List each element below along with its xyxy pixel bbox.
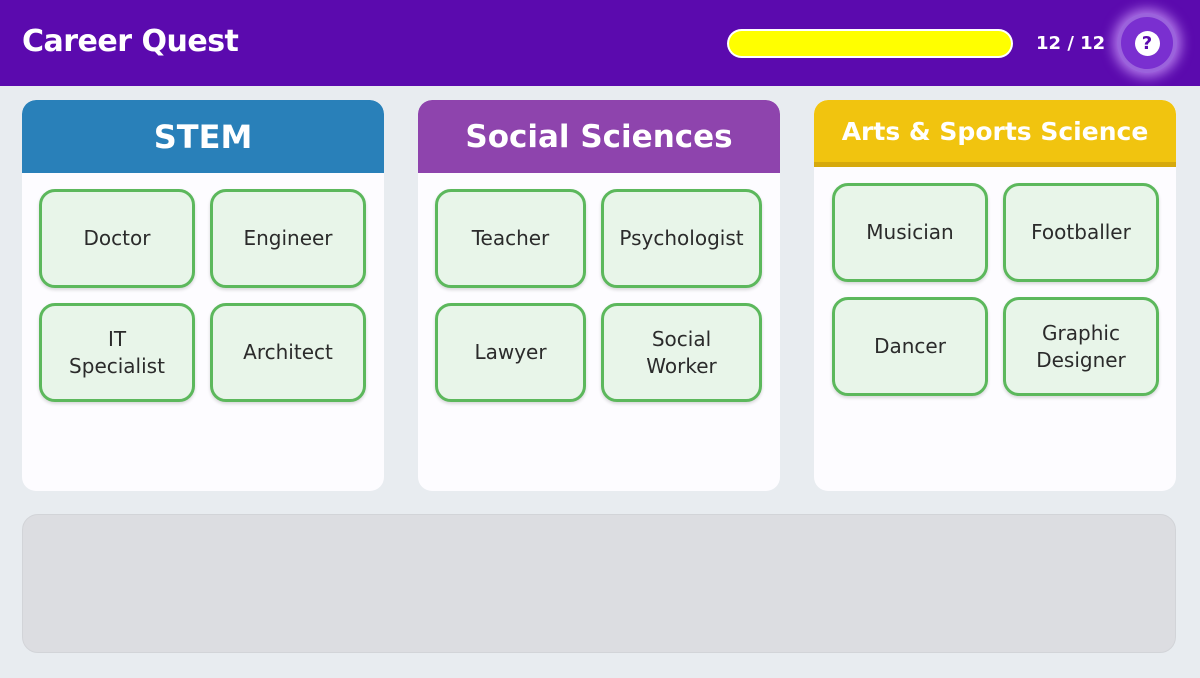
career-tile-psychologist[interactable]: Psychologist [601,189,762,288]
career-tile-engineer[interactable]: Engineer [210,189,366,288]
career-tile-lawyer[interactable]: Lawyer [435,303,586,402]
career-tile-architect[interactable]: Architect [210,303,366,402]
career-tile-it-specialist[interactable]: IT Specialist [39,303,195,402]
category-title: STEM [22,100,384,173]
career-tile-social-worker[interactable]: Social Worker [601,303,762,402]
question-circle-icon: ? [1134,30,1160,56]
career-tray-dropzone[interactable] [22,514,1176,653]
career-grid: Musician Footballer Dancer Graphic Desig… [832,183,1159,396]
progress-bar [727,29,1013,58]
category-title: Social Sciences [418,100,780,173]
career-grid: Teacher Psychologist Lawyer Social Worke… [435,189,762,402]
career-tile-graphic-designer[interactable]: Graphic Designer [1003,297,1159,396]
category-title: Arts & Sports Science [814,100,1176,167]
category-card-arts-sports-science[interactable]: Arts & Sports Science Musician Footballe… [814,100,1176,491]
progress-count: 12 / 12 [1036,33,1106,54]
career-tile-musician[interactable]: Musician [832,183,988,282]
top-bar: Career Quest 12 / 12 ? [0,0,1200,86]
career-tile-dancer[interactable]: Dancer [832,297,988,396]
progress-bar-fill [729,31,1011,56]
app-title: Career Quest [22,24,239,59]
category-card-stem[interactable]: STEM Doctor Engineer IT Specialist Archi… [22,100,384,491]
career-grid: Doctor Engineer IT Specialist Architect [39,189,366,402]
career-tile-teacher[interactable]: Teacher [435,189,586,288]
career-tile-footballer[interactable]: Footballer [1003,183,1159,282]
category-card-social-sciences[interactable]: Social Sciences Teacher Psychologist Law… [418,100,780,491]
help-button[interactable]: ? [1117,13,1177,73]
career-tile-doctor[interactable]: Doctor [39,189,195,288]
